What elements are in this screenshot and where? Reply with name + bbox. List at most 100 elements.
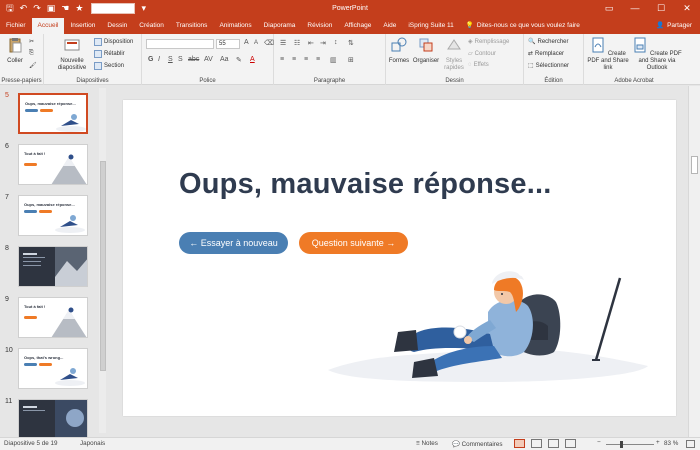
section-button[interactable]: Section bbox=[94, 62, 124, 70]
tab-accueil[interactable]: Accueil bbox=[31, 18, 65, 34]
justify-icon[interactable]: ≡ bbox=[316, 56, 320, 63]
tab-transitions[interactable]: Transitions bbox=[170, 17, 214, 34]
normal-view-icon[interactable] bbox=[514, 439, 525, 448]
notes-button[interactable]: ≡ Notes bbox=[416, 440, 438, 447]
share-button[interactable]: 👤 Partager bbox=[656, 17, 692, 34]
bullets-icon[interactable]: ☰ bbox=[280, 39, 286, 47]
spacing-icon[interactable]: AV bbox=[204, 56, 213, 63]
slide-sorter-icon[interactable] bbox=[531, 439, 542, 448]
create-pdf-link-button[interactable]: Create PDF and Share link bbox=[586, 37, 630, 72]
fill-button[interactable]: ◈ Remplissage bbox=[468, 38, 509, 46]
shrink-font-icon[interactable]: A bbox=[254, 40, 258, 46]
cut-icon[interactable]: ✂ bbox=[29, 38, 34, 45]
thumbnail-5[interactable]: 5 Oups, mauvaise réponse... bbox=[0, 92, 112, 138]
create-pdf-outlook-button[interactable]: Create PDF and Share via Outlook bbox=[632, 37, 682, 72]
presentation-start-icon[interactable]: ▣ bbox=[47, 0, 56, 17]
star-icon[interactable]: ★ bbox=[75, 0, 83, 17]
thumbnail-7[interactable]: 7 Oups, mauvaise réponse... bbox=[0, 194, 112, 240]
tell-me-box[interactable]: 💡 Dites-nous ce que vous voulez faire bbox=[466, 17, 580, 34]
clear-format-icon[interactable]: ⌫ bbox=[264, 39, 274, 47]
fit-slide-icon[interactable] bbox=[686, 440, 695, 448]
qat-dropdown[interactable] bbox=[91, 3, 136, 14]
copy-icon[interactable]: ⎘ bbox=[29, 50, 34, 57]
indent-increase-icon[interactable]: ⇥ bbox=[320, 39, 326, 47]
text-direction-icon[interactable]: ⇅ bbox=[348, 39, 354, 47]
quick-styles-button[interactable]: Styles rapides bbox=[442, 37, 466, 72]
thumbnail-slide[interactable]: Oops, that's wrong... bbox=[18, 348, 88, 389]
zoom-in-icon[interactable]: + bbox=[656, 439, 660, 446]
tab-dessin[interactable]: Dessin bbox=[101, 17, 133, 34]
thumbnail-8[interactable]: 8 bbox=[0, 245, 112, 291]
zoom-slider-thumb[interactable] bbox=[620, 441, 623, 448]
thumbnail-slide[interactable]: Tout à fait ! bbox=[18, 144, 88, 185]
retry-button[interactable]: ← Essayer à nouveau bbox=[179, 232, 288, 254]
columns-icon[interactable]: ▥ bbox=[330, 56, 337, 64]
tab-affichage[interactable]: Affichage bbox=[338, 17, 377, 34]
thumbnail-11[interactable]: 11 bbox=[0, 398, 112, 437]
select-button[interactable]: ⬚ Sélectionner bbox=[528, 62, 569, 70]
thumbnail-slide[interactable]: Oups, mauvaise réponse... bbox=[18, 93, 88, 134]
indent-decrease-icon[interactable]: ⇤ bbox=[308, 39, 314, 47]
line-spacing-icon[interactable]: ↕ bbox=[334, 39, 338, 46]
font-name-input[interactable] bbox=[146, 39, 214, 49]
tab-revision[interactable]: Révision bbox=[301, 17, 338, 34]
ribbon-display-icon[interactable]: ▭ bbox=[596, 0, 622, 17]
find-button[interactable]: 🔍 Rechercher bbox=[528, 38, 569, 46]
bold-icon[interactable]: G bbox=[148, 56, 153, 63]
slide-scrollbar-thumb[interactable] bbox=[691, 156, 698, 174]
comments-button[interactable]: 💬 Commentaires bbox=[452, 440, 503, 448]
save-icon[interactable]: 🖫 bbox=[6, 0, 14, 17]
tab-insertion[interactable]: Insertion bbox=[64, 17, 101, 34]
effects-button[interactable]: ◌ Effets bbox=[468, 62, 489, 68]
thumbnail-slide[interactable] bbox=[18, 246, 88, 287]
slide-vertical-scrollbar[interactable] bbox=[688, 86, 700, 437]
undo-icon[interactable]: ↶ bbox=[20, 0, 28, 17]
new-slide-button[interactable]: Nouvelle diapositive bbox=[52, 37, 92, 72]
zoom-slider-track[interactable] bbox=[606, 444, 654, 445]
font-size-input[interactable]: 55 bbox=[216, 39, 240, 49]
current-slide[interactable]: Oups, mauvaise réponse... ← Essayer à no… bbox=[123, 100, 676, 416]
thumbnail-6[interactable]: 6 Tout à fait ! bbox=[0, 143, 112, 189]
numbering-icon[interactable]: ☷ bbox=[294, 39, 300, 47]
language-indicator[interactable]: Japonais bbox=[80, 440, 105, 447]
zoom-level[interactable]: 83 % bbox=[664, 440, 678, 447]
tab-diaporama[interactable]: Diaporama bbox=[258, 17, 302, 34]
format-painter-icon[interactable]: 🖌 bbox=[29, 62, 37, 69]
touch-mode-icon[interactable]: ☚ bbox=[61, 0, 69, 17]
align-center-icon[interactable]: ≡ bbox=[292, 56, 296, 63]
customize-qat-icon[interactable]: ▾ bbox=[141, 0, 146, 17]
close-icon[interactable]: ✕ bbox=[674, 0, 700, 17]
paste-button[interactable]: Coller bbox=[4, 37, 26, 65]
shapes-button[interactable]: Formes bbox=[388, 37, 410, 65]
disposition-button[interactable]: Disposition bbox=[94, 38, 133, 46]
thumbnail-10[interactable]: 10 Oops, that's wrong... bbox=[0, 347, 112, 393]
retablir-button[interactable]: Rétablir bbox=[94, 50, 125, 58]
font-color-icon[interactable]: A bbox=[250, 56, 255, 63]
italic-icon[interactable]: I bbox=[158, 56, 160, 63]
tab-ispring[interactable]: iSpring Suite 11 bbox=[402, 17, 459, 34]
outline-button[interactable]: ▱ Contour bbox=[468, 50, 496, 58]
maximize-icon[interactable]: ☐ bbox=[648, 0, 674, 17]
smartart-icon[interactable]: ⊞ bbox=[348, 56, 354, 64]
thumbnail-slide[interactable]: Oups, mauvaise réponse... bbox=[18, 195, 88, 236]
highlight-icon[interactable]: ✎ bbox=[236, 56, 242, 64]
tab-animations[interactable]: Animations bbox=[213, 17, 257, 34]
slide-heading[interactable]: Oups, mauvaise réponse... bbox=[179, 168, 551, 201]
thumbnail-slide[interactable]: Tout à fait ! bbox=[18, 297, 88, 338]
underline-icon[interactable]: S bbox=[168, 56, 173, 63]
slideshow-icon[interactable] bbox=[565, 439, 576, 448]
thumbnails-scrollbar-thumb[interactable] bbox=[100, 161, 106, 371]
minimize-icon[interactable]: — bbox=[622, 0, 648, 17]
align-right-icon[interactable]: ≡ bbox=[304, 56, 308, 63]
tab-fichier[interactable]: Fichier bbox=[0, 17, 32, 34]
align-left-icon[interactable]: ≡ bbox=[280, 56, 284, 63]
zoom-out-icon[interactable]: − bbox=[597, 439, 601, 446]
shadow-icon[interactable]: S bbox=[178, 56, 183, 63]
redo-icon[interactable]: ↷ bbox=[33, 0, 41, 17]
thumbnail-slide[interactable] bbox=[18, 399, 88, 437]
case-icon[interactable]: Aa bbox=[220, 56, 229, 63]
thumbnail-9[interactable]: 9 Tout à fait ! bbox=[0, 296, 112, 342]
reading-view-icon[interactable] bbox=[548, 439, 559, 448]
tab-aide[interactable]: Aide bbox=[377, 17, 402, 34]
grow-font-icon[interactable]: A bbox=[244, 39, 249, 46]
